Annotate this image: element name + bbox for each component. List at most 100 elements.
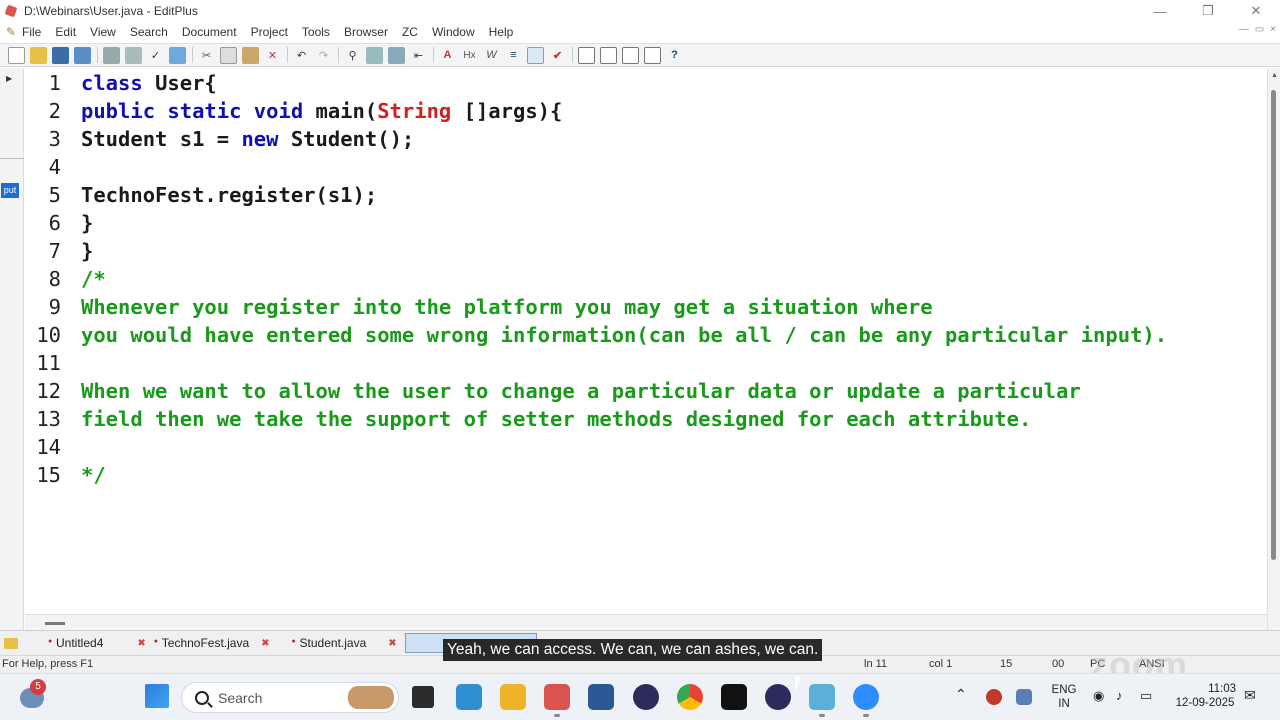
vertical-scrollbar[interactable]: ▲ (1267, 68, 1280, 630)
window-list-icon[interactable] (578, 46, 595, 64)
hex-icon[interactable]: Hx (461, 47, 478, 64)
check-icon[interactable]: ✔ (549, 47, 566, 64)
toolbar: ✓ ✂ ✕ ↶ ↷ ⚲ ⇤ A Hx W ≡ ✔ ? (0, 43, 1280, 67)
region-label: IN (1058, 698, 1070, 710)
open-folder-icon[interactable] (30, 46, 47, 64)
code-text[interactable]: When we want to allow the user to change… (81, 377, 1081, 405)
notification-center-icon[interactable]: ✉ (1244, 688, 1256, 702)
font-icon[interactable]: A (439, 47, 456, 64)
mdi-close-icon[interactable]: × (1270, 24, 1276, 35)
eclipse-2-icon[interactable] (765, 684, 791, 710)
close-tab-icon[interactable]: ✖ (388, 638, 396, 649)
zoom-icon[interactable] (853, 684, 879, 710)
meet-icon[interactable] (456, 684, 482, 710)
menu-edit[interactable]: Edit (55, 25, 76, 39)
scroll-up-icon[interactable]: ▲ (1271, 72, 1278, 79)
folder-icon[interactable] (4, 637, 18, 649)
menu-search[interactable]: Search (130, 25, 168, 39)
code-text[interactable]: */ (81, 461, 106, 489)
wifi-icon[interactable]: ◉ (1093, 689, 1104, 703)
paste-icon[interactable] (242, 46, 259, 64)
directory-icon[interactable] (622, 46, 639, 64)
mdi-restore-icon[interactable]: ▭ (1255, 24, 1264, 35)
code-text[interactable]: /* (81, 265, 106, 293)
tray-app-icon[interactable] (986, 689, 1002, 705)
code-text[interactable]: Whenever you register into the platform … (81, 293, 933, 321)
tab-student[interactable]: ● Student.java ✖ (290, 633, 397, 653)
replace-icon[interactable] (366, 46, 383, 64)
chrome-icon[interactable] (677, 684, 703, 710)
mdi-minimize-icon[interactable]: — (1239, 24, 1249, 35)
code-text[interactable]: Student s1 = new Student(); (81, 125, 414, 153)
expand-arrow-icon[interactable]: ▶ (6, 74, 12, 83)
close-tab-icon[interactable]: ✖ (261, 638, 269, 649)
horizontal-scrollbar[interactable] (25, 614, 1267, 630)
panel-selection-tag[interactable]: put (1, 183, 19, 198)
delete-icon[interactable]: ✕ (264, 47, 281, 64)
line-number-icon[interactable]: ≡ (505, 47, 522, 64)
language-indicator[interactable]: ENG IN (1048, 683, 1080, 711)
app-cursor-icon[interactable] (721, 684, 747, 710)
new-file-icon[interactable] (8, 46, 25, 64)
menu-file[interactable]: File (22, 25, 41, 39)
code-text[interactable]: public static void main(String []args){ (81, 97, 562, 125)
ruler-icon[interactable] (527, 46, 544, 64)
code-text[interactable]: you would have entered some wrong inform… (81, 321, 1167, 349)
menu-document[interactable]: Document (182, 25, 237, 39)
save-all-icon[interactable] (74, 46, 91, 64)
goto-line-icon[interactable]: ⇤ (410, 47, 427, 64)
microphone-icon[interactable] (1016, 689, 1032, 705)
tray-chevron-icon[interactable]: ⌃ (955, 687, 967, 701)
code-text[interactable]: } (81, 237, 93, 265)
code-text[interactable]: TechnoFest.register(s1); (81, 181, 377, 209)
vertical-scroll-thumb[interactable] (1271, 90, 1276, 560)
menu-zc[interactable]: ZC (402, 25, 418, 39)
menu-tools[interactable]: Tools (302, 25, 330, 39)
editplus-taskbar-icon[interactable] (544, 684, 570, 710)
menu-window[interactable]: Window (432, 25, 475, 39)
menu-view[interactable]: View (90, 25, 116, 39)
redo-icon[interactable]: ↷ (315, 47, 332, 64)
menu-browser[interactable]: Browser (344, 25, 388, 39)
tab-untitled4[interactable]: ● Untitled4 ✖ (46, 633, 146, 653)
menu-help[interactable]: Help (489, 25, 514, 39)
windows-start-icon[interactable] (145, 684, 169, 708)
code-editor[interactable]: 1 class User{2 public static void main(Str… (25, 68, 1267, 614)
help-icon[interactable]: ? (666, 47, 683, 64)
spellcheck-icon[interactable]: ✓ (147, 47, 164, 64)
copy-icon[interactable] (220, 46, 237, 64)
file-explorer-icon[interactable] (500, 684, 526, 710)
taskbar-search[interactable]: Search (181, 682, 399, 713)
eclipse-icon[interactable] (633, 684, 659, 710)
code-text[interactable]: field then we take the support of setter… (81, 405, 1031, 433)
code-text[interactable]: } (81, 209, 93, 237)
cut-icon[interactable]: ✂ (198, 47, 215, 64)
horizontal-scroll-thumb[interactable] (45, 622, 65, 625)
paint-icon[interactable] (809, 684, 835, 710)
maximize-icon[interactable]: ❐ (1184, 0, 1232, 22)
close-tab-icon[interactable]: ✖ (137, 638, 145, 649)
word-wrap-icon[interactable]: W (483, 47, 500, 64)
find-icon[interactable]: ⚲ (344, 47, 361, 64)
find-in-files-icon[interactable] (388, 46, 405, 64)
browser-icon[interactable] (169, 46, 186, 64)
status-column: col 1 (929, 658, 953, 670)
tab-label: Student.java (299, 636, 367, 650)
clock[interactable]: 11:03 12-09-2025 (1170, 682, 1240, 710)
close-icon[interactable]: ✕ (1232, 0, 1280, 22)
minimize-icon[interactable]: — (1136, 0, 1184, 22)
task-view-icon[interactable] (412, 686, 434, 708)
battery-icon[interactable]: ▭ (1140, 689, 1152, 703)
print-preview-icon[interactable] (125, 46, 142, 64)
mdi-window-controls: — ▭ × (1239, 24, 1276, 35)
output-window-icon[interactable] (644, 46, 661, 64)
tab-technofest[interactable]: ● TechnoFest.java ✖ (152, 633, 270, 653)
undo-icon[interactable]: ↶ (293, 47, 310, 64)
print-icon[interactable] (103, 46, 120, 64)
volume-icon[interactable]: ♪ (1116, 689, 1123, 703)
menu-project[interactable]: Project (251, 25, 288, 39)
word-icon[interactable] (588, 684, 614, 710)
cliptext-icon[interactable] (600, 46, 617, 64)
save-icon[interactable] (52, 46, 69, 64)
code-text[interactable]: class User{ (81, 69, 217, 97)
